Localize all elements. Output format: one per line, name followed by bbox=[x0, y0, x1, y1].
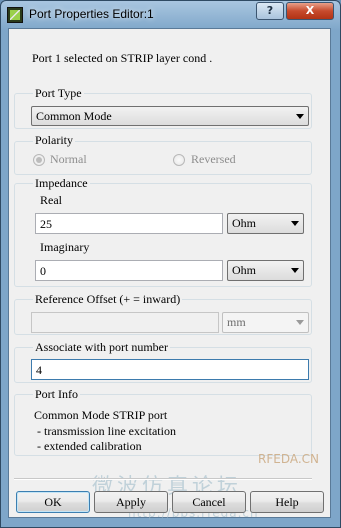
port-info-line-1: Common Mode STRIP port bbox=[34, 408, 168, 422]
imaginary-label: Imaginary bbox=[40, 240, 90, 254]
impedance-label: Impedance bbox=[33, 176, 90, 191]
reference-offset-unit-value: mm bbox=[227, 315, 246, 329]
cancel-button[interactable]: Cancel bbox=[172, 491, 246, 513]
real-unit-value: Ohm bbox=[232, 216, 256, 230]
chevron-down-icon bbox=[291, 221, 299, 226]
reference-offset-input[interactable] bbox=[31, 312, 219, 333]
port-info-line-2: - transmission line excitation bbox=[34, 424, 176, 438]
port-type-value: Common Mode bbox=[36, 109, 112, 123]
selection-info-text: Port 1 selected on STRIP layer cond . bbox=[32, 51, 213, 65]
button-divider bbox=[14, 478, 312, 480]
port-info-label: Port Info bbox=[33, 387, 80, 402]
polarity-reversed-radio[interactable] bbox=[173, 154, 185, 166]
imaginary-input[interactable]: 0 bbox=[35, 260, 223, 281]
polarity-normal-label: Normal bbox=[50, 152, 87, 166]
port-type-select[interactable]: Common Mode bbox=[31, 106, 309, 126]
real-input[interactable]: 25 bbox=[35, 213, 223, 234]
reference-offset-label: Reference Offset (+ = inward) bbox=[33, 292, 183, 307]
imaginary-unit-value: Ohm bbox=[232, 263, 256, 277]
watermark-site: RFEDA.CN bbox=[258, 452, 320, 466]
polarity-label: Polarity bbox=[33, 133, 75, 148]
close-button[interactable]: X bbox=[286, 2, 334, 20]
window-title: Port Properties Editor:1 bbox=[29, 7, 154, 21]
port-info-line-3: - extended calibration bbox=[34, 439, 142, 453]
imaginary-unit-select[interactable]: Ohm bbox=[227, 260, 304, 281]
polarity-reversed-label: Reversed bbox=[191, 152, 236, 166]
apply-button[interactable]: Apply bbox=[94, 491, 168, 513]
port-type-label: Port Type bbox=[33, 86, 84, 101]
reference-offset-unit-select[interactable]: mm bbox=[222, 312, 309, 333]
polarity-normal-radio[interactable] bbox=[33, 154, 45, 166]
associate-label: Associate with port number bbox=[33, 340, 170, 355]
associate-port-input[interactable]: 4 bbox=[31, 359, 309, 380]
app-icon bbox=[7, 7, 23, 23]
title-help-button[interactable]: ? bbox=[256, 2, 284, 20]
real-unit-select[interactable]: Ohm bbox=[227, 213, 304, 234]
real-label: Real bbox=[40, 193, 62, 207]
help-button[interactable]: Help bbox=[250, 491, 324, 513]
chevron-down-icon bbox=[296, 320, 304, 325]
ok-button[interactable]: OK bbox=[16, 491, 90, 513]
chevron-down-icon bbox=[291, 268, 299, 273]
title-bar[interactable]: Port Properties Editor:1 ? X bbox=[1, 1, 340, 29]
chevron-down-icon bbox=[296, 114, 304, 119]
